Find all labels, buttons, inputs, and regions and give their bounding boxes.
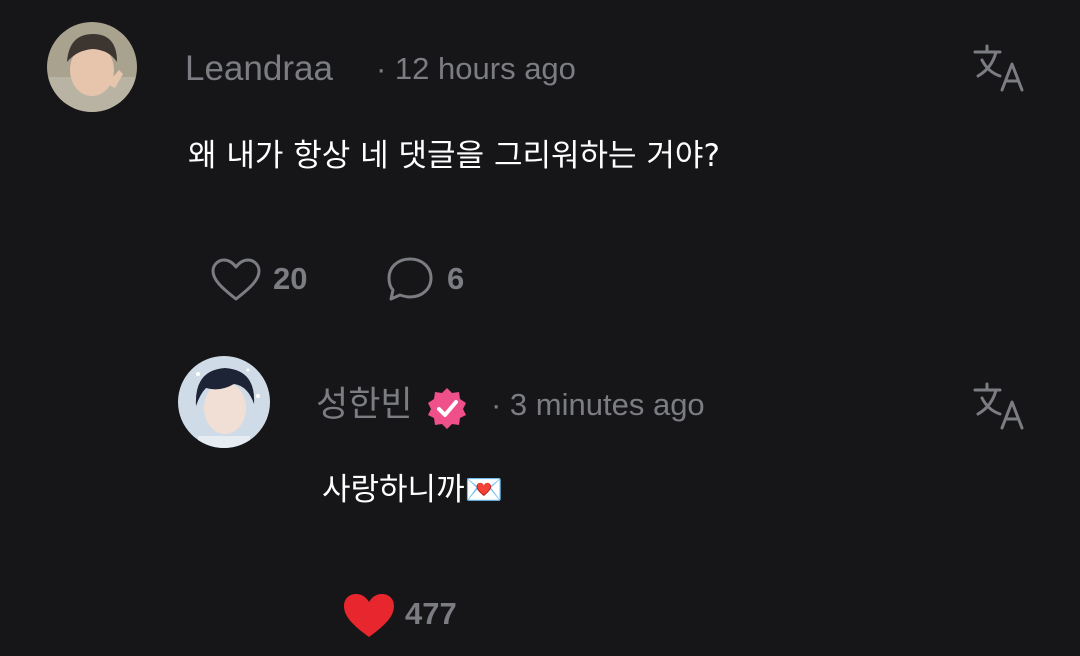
love-letter-icon: 💌 xyxy=(464,472,504,508)
reply-translate-icon[interactable] xyxy=(970,380,1030,432)
avatar-reply-user[interactable] xyxy=(178,356,270,448)
reply-username[interactable]: 성한빈 xyxy=(316,385,413,425)
comment-like-count: 20 xyxy=(273,261,308,296)
comment-timestamp: · 12 hours ago xyxy=(376,51,576,86)
avatar-leandraa[interactable] xyxy=(47,22,137,112)
heart-outline-icon xyxy=(211,258,261,301)
reply-like-button[interactable]: 477 xyxy=(342,590,472,640)
verified-badge-icon xyxy=(425,386,469,430)
heart-filled-icon xyxy=(344,594,394,637)
speech-bubble-icon xyxy=(387,257,433,301)
comment-reply-count: 6 xyxy=(447,261,465,296)
reply-text: 사랑하니까 xyxy=(322,472,465,508)
comment-like-button[interactable]: 20 xyxy=(210,255,320,303)
reply-text-line: 사랑하니까💌 xyxy=(322,468,503,512)
reply-timestamp: · 3 minutes ago xyxy=(491,387,705,422)
translate-icon[interactable] xyxy=(970,42,1030,94)
comment-username[interactable]: Leandraa xyxy=(185,49,333,89)
comment-reply-button[interactable]: 6 xyxy=(385,255,485,303)
comment-text: 왜 내가 항상 네 댓글을 그리워하는 거야? xyxy=(188,138,720,174)
reply-like-count: 477 xyxy=(405,596,457,631)
